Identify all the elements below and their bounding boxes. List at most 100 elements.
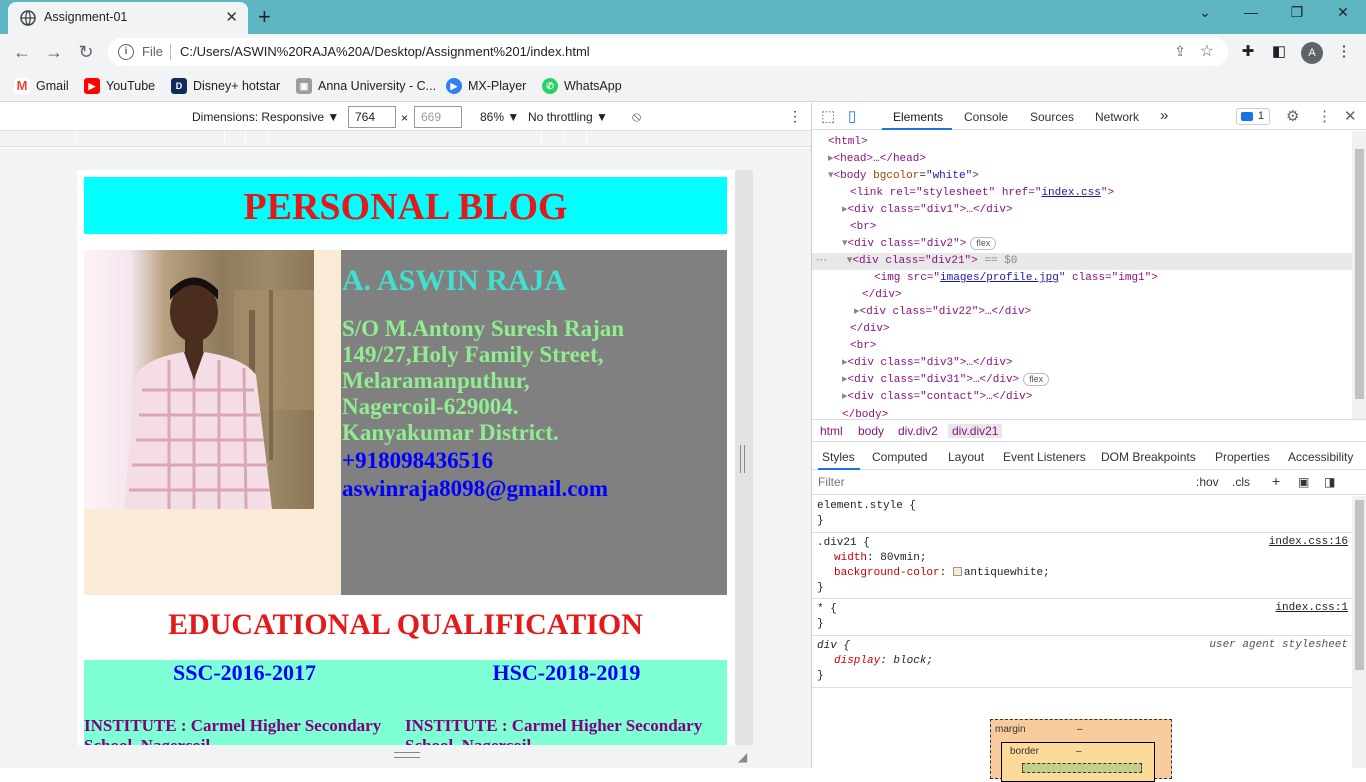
scrollbar-thumb[interactable] bbox=[1355, 149, 1364, 399]
side-panel-icon[interactable]: ◧ bbox=[1268, 41, 1290, 63]
share-icon[interactable]: ⇪ bbox=[1174, 43, 1186, 60]
dom-node-contact[interactable]: ▸<div class="contact">…</div> bbox=[812, 389, 1352, 406]
devtools-menu-icon[interactable]: ⋮ bbox=[1317, 107, 1332, 125]
box-border-value[interactable]: – bbox=[1076, 746, 1082, 757]
browser-tab[interactable]: Assignment-01 ✕ bbox=[8, 2, 248, 34]
device-options-icon[interactable]: ⋮ bbox=[788, 108, 802, 125]
media-query-segment[interactable] bbox=[76, 131, 77, 146]
bookmark-mx-player[interactable]: ▶ MX-Player bbox=[446, 77, 526, 95]
site-info-icon[interactable]: i bbox=[118, 44, 134, 60]
address-bar[interactable]: i File C:/Users/ASWIN%20RAJA%20A/Desktop… bbox=[108, 38, 1228, 66]
tab-dom-breakpoints[interactable]: DOM Breakpoints bbox=[1101, 450, 1196, 464]
zoom-dropdown[interactable]: 86% ▼ bbox=[480, 110, 519, 124]
media-query-segment[interactable] bbox=[224, 131, 225, 146]
media-query-segment[interactable] bbox=[541, 131, 542, 146]
width-input[interactable]: 764 bbox=[348, 106, 396, 128]
close-tab-icon[interactable]: ✕ bbox=[225, 8, 238, 26]
color-format-icon[interactable]: ▣ bbox=[1298, 475, 1309, 489]
tab-elements[interactable]: Elements bbox=[893, 110, 943, 124]
rule-universal[interactable]: * { index.css:1 } bbox=[812, 599, 1352, 636]
dom-node-img[interactable]: <img src="images/profile.jpg" class="img… bbox=[812, 270, 1352, 287]
rule-element-style[interactable]: element.style { } bbox=[812, 496, 1352, 533]
bookmark-star-icon[interactable]: ☆ bbox=[1200, 41, 1214, 61]
rule-source-link[interactable]: index.css:1 bbox=[1275, 602, 1348, 614]
dom-node-html[interactable]: <html> bbox=[812, 134, 1352, 151]
minimize-button[interactable]: — bbox=[1231, 4, 1271, 20]
dom-node-div3[interactable]: ▸<div class="div3">…</div> bbox=[812, 355, 1352, 372]
bookmark-anna-university[interactable]: ▣ Anna University - C... bbox=[296, 77, 436, 95]
close-window-button[interactable]: ✕ bbox=[1323, 4, 1363, 21]
flex-badge[interactable]: flex bbox=[1023, 373, 1050, 386]
bookmark-whatsapp[interactable]: ✆ WhatsApp bbox=[542, 77, 622, 95]
menu-kebab-icon[interactable]: ⋮ bbox=[1333, 41, 1355, 63]
bookmark-hotstar[interactable]: D Disney+ hotstar bbox=[171, 77, 280, 95]
crumb-body[interactable]: body bbox=[858, 424, 884, 438]
rule-div-ua[interactable]: div { user agent stylesheet display: blo… bbox=[812, 636, 1352, 688]
resize-handle-bottom[interactable] bbox=[394, 752, 420, 758]
filter-input[interactable]: Filter bbox=[818, 475, 1188, 489]
inspect-element-icon[interactable]: ⬚ bbox=[821, 107, 835, 125]
new-rule-icon[interactable]: + bbox=[1272, 473, 1280, 489]
css-declaration[interactable]: display: block; bbox=[834, 654, 933, 669]
tab-event-listeners[interactable]: Event Listeners bbox=[1003, 450, 1086, 464]
dimensions-dropdown[interactable]: Dimensions: Responsive ▼ bbox=[192, 110, 339, 124]
hov-toggle[interactable]: :hov bbox=[1196, 475, 1219, 489]
dom-tree-scrollbar[interactable] bbox=[1352, 131, 1366, 419]
crumb-div2[interactable]: div.div2 bbox=[898, 424, 938, 438]
tab-search-icon[interactable]: ⌄ bbox=[1185, 4, 1225, 21]
dom-node-body-close[interactable]: </body> bbox=[812, 407, 1352, 419]
resize-corner-icon[interactable]: ◢ bbox=[738, 750, 747, 764]
dom-node-div21-selected[interactable]: ⋯ ▾<div class="div21"> == $0 bbox=[812, 253, 1352, 270]
box-margin-value[interactable]: – bbox=[1077, 724, 1083, 735]
css-declaration[interactable]: width: 80vmin; bbox=[834, 551, 926, 566]
restore-button[interactable]: ❐ bbox=[1277, 4, 1317, 21]
tab-properties[interactable]: Properties bbox=[1215, 450, 1270, 464]
media-query-segment[interactable] bbox=[268, 131, 269, 146]
height-input[interactable]: 669 bbox=[414, 106, 462, 128]
profile-avatar[interactable]: A bbox=[1301, 42, 1323, 64]
rotate-icon[interactable]: ⦸ bbox=[632, 108, 641, 125]
reload-button[interactable]: ↻ bbox=[74, 40, 98, 64]
bookmark-youtube[interactable]: ▶ YouTube bbox=[84, 77, 155, 95]
dom-node-div1[interactable]: ▸<div class="div1">…</div> bbox=[812, 202, 1352, 219]
tab-computed[interactable]: Computed bbox=[872, 450, 927, 464]
dom-node-head[interactable]: ▸<head>…</head> bbox=[812, 151, 1352, 168]
tab-accessibility[interactable]: Accessibility bbox=[1288, 450, 1353, 464]
dom-node-div31[interactable]: ▸<div class="div31">…</div> flex bbox=[812, 372, 1352, 389]
close-devtools-icon[interactable]: ✕ bbox=[1344, 107, 1357, 125]
crumb-html[interactable]: html bbox=[820, 424, 843, 438]
back-button[interactable]: ← bbox=[10, 40, 34, 64]
throttling-dropdown[interactable]: No throttling ▼ bbox=[528, 110, 608, 124]
scrollbar-thumb[interactable] bbox=[1355, 500, 1364, 670]
dom-node-br[interactable]: <br> bbox=[812, 219, 1352, 236]
resize-handle-right[interactable] bbox=[740, 445, 745, 473]
media-query-segment[interactable] bbox=[586, 131, 587, 146]
dom-node-div2[interactable]: ▾<div class="div2"> flex bbox=[812, 236, 1352, 253]
device-toggle-icon[interactable]: ▯ bbox=[848, 107, 856, 125]
issues-badge[interactable]: 1 bbox=[1236, 108, 1270, 125]
dom-node-link[interactable]: <link rel="stylesheet" href="index.css"> bbox=[812, 185, 1352, 202]
css-declaration[interactable]: background-color: antiquewhite; bbox=[834, 566, 1050, 581]
flex-badge[interactable]: flex bbox=[970, 237, 997, 250]
dom-node-div2-close[interactable]: </div> bbox=[812, 321, 1352, 338]
media-query-segment[interactable] bbox=[245, 131, 246, 146]
dom-node-div22[interactable]: ▸<div class="div22">…</div> bbox=[812, 304, 1352, 321]
styles-scrollbar[interactable] bbox=[1352, 496, 1366, 768]
dom-node-body[interactable]: ▾<body bgcolor="white"> bbox=[812, 168, 1352, 185]
tab-console[interactable]: Console bbox=[964, 110, 1008, 124]
cls-toggle[interactable]: .cls bbox=[1232, 475, 1250, 489]
tab-sources[interactable]: Sources bbox=[1030, 110, 1074, 124]
bookmark-gmail[interactable]: M Gmail bbox=[14, 77, 69, 95]
rule-div21[interactable]: .div21 { index.css:16 width: 80vmin; bac… bbox=[812, 533, 1352, 599]
dom-node-div21-close[interactable]: </div> bbox=[812, 287, 1352, 304]
tab-network[interactable]: Network bbox=[1095, 110, 1139, 124]
sidebar-toggle-icon[interactable]: ◨ bbox=[1324, 475, 1335, 489]
forward-button[interactable]: → bbox=[42, 40, 66, 64]
extensions-icon[interactable]: ✚ bbox=[1237, 41, 1259, 63]
settings-gear-icon[interactable]: ⚙ bbox=[1286, 107, 1299, 125]
tab-layout[interactable]: Layout bbox=[948, 450, 984, 464]
crumb-div21[interactable]: div.div21 bbox=[948, 424, 1003, 438]
new-tab-button[interactable]: + bbox=[258, 4, 271, 30]
rule-source-link[interactable]: index.css:16 bbox=[1269, 536, 1348, 548]
color-swatch[interactable] bbox=[952, 567, 962, 576]
